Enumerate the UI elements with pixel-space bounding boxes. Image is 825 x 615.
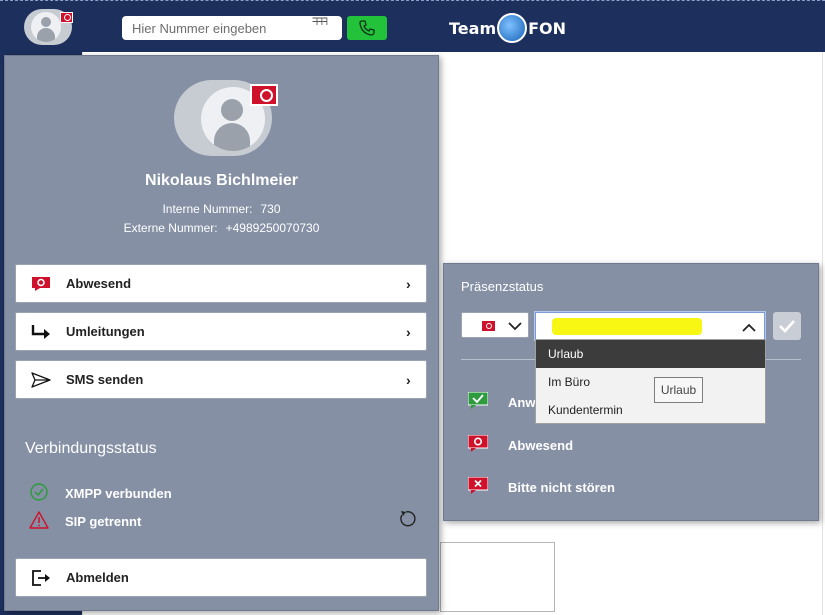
logo-text-fon: FON (528, 18, 567, 38)
profile-panel: Nikolaus Bichlmeier Interne Nummer: 730 E… (4, 55, 439, 611)
menu-item-abwesend[interactable]: Abwesend › (15, 264, 427, 303)
sip-status: SIP getrennt (29, 511, 141, 532)
globe-icon (497, 13, 528, 43)
confirm-button[interactable] (773, 312, 801, 340)
keypad-icon[interactable]: ᖷᖷᖷ (312, 18, 330, 36)
phone-icon (359, 20, 375, 36)
background-textbox (440, 542, 555, 612)
presence-text-combobox[interactable] (535, 312, 765, 340)
status-badge-icon (250, 84, 278, 106)
dropdown-item-im-buero[interactable]: Im Büro (536, 368, 765, 396)
avatar-icon (31, 12, 61, 42)
presence-text-dropdown: Urlaub Im Büro Kundentermin (535, 339, 766, 424)
check-icon (779, 320, 795, 333)
check-circle-icon (29, 482, 65, 505)
call-button[interactable] (347, 16, 387, 40)
top-bar: ᖷᖷᖷ Team FON (0, 0, 825, 52)
internal-number: Interne Nummer: 730 (162, 202, 281, 216)
tooltip: Urlaub (654, 377, 703, 403)
refresh-icon[interactable] (398, 509, 418, 529)
redacted-highlight (552, 318, 702, 335)
xmpp-status: XMPP verbunden (29, 482, 172, 505)
logout-button[interactable]: Abmelden (15, 558, 427, 597)
chevron-right-icon: › (406, 371, 411, 388)
presence-option-dnd[interactable]: Bitte nicht stören (467, 476, 615, 498)
presence-option-away[interactable]: Abwesend (467, 434, 573, 456)
chevron-right-icon: › (406, 323, 411, 340)
external-number: Externe Nummer: +4989250070730 (123, 221, 320, 235)
user-name: Nikolaus Bichlmeier (145, 172, 298, 189)
phone-number-input[interactable] (122, 16, 342, 40)
menu-item-sms-senden[interactable]: SMS senden › (15, 360, 427, 399)
logo-text-team: Team (449, 18, 497, 38)
redirect-icon (16, 324, 66, 340)
status-type-select[interactable] (461, 312, 529, 338)
warning-triangle-icon (29, 511, 65, 532)
dropdown-item-kundentermin[interactable]: Kundentermin (536, 396, 765, 424)
teamfon-logo: Team FON (449, 10, 566, 46)
available-icon (467, 391, 508, 413)
send-icon (16, 371, 66, 388)
chevron-down-icon (508, 322, 522, 331)
menu-item-umleitungen[interactable]: Umleitungen › (15, 312, 427, 351)
chevron-right-icon: › (406, 275, 411, 292)
away-status-icon (16, 276, 66, 291)
logout-icon (16, 569, 66, 587)
connection-status-title: Verbindungsstatus (25, 440, 157, 457)
presence-title: Präsenzstatus (461, 279, 544, 294)
dropdown-item-urlaub[interactable]: Urlaub (536, 340, 765, 368)
away-status-icon (60, 12, 73, 23)
chevron-up-icon (742, 323, 756, 332)
away-status-icon (482, 321, 495, 331)
presence-option-available[interactable]: Anw (467, 391, 535, 413)
away-icon (467, 434, 508, 456)
do-not-disturb-icon (467, 476, 508, 498)
